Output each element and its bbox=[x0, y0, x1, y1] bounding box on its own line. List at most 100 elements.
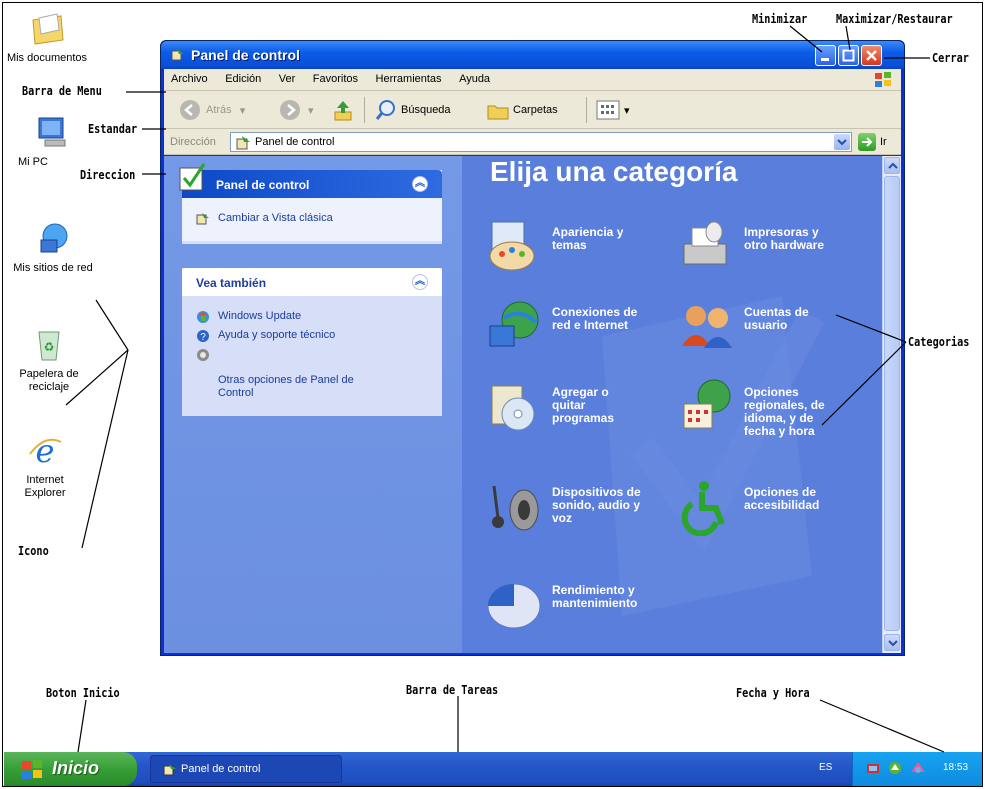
menu-ayuda[interactable]: Ayuda bbox=[452, 69, 497, 85]
category-network[interactable]: Conexiones de red e Internet bbox=[486, 298, 676, 362]
folders-button[interactable]: Carpetas bbox=[486, 98, 558, 122]
category-label: Opciones de accesibilidad bbox=[744, 485, 820, 512]
annotation-cerrar: Cerrar bbox=[932, 51, 969, 65]
category-regional-options[interactable]: Opciones regionales, de idioma, y de fec… bbox=[678, 378, 868, 442]
taskbar-button-control-panel[interactable]: Panel de control bbox=[150, 755, 342, 783]
menu-archivo[interactable]: Archivo bbox=[164, 69, 215, 85]
menu-herramientas[interactable]: Herramientas bbox=[369, 69, 449, 85]
control-panel-icon bbox=[163, 764, 176, 776]
forward-button[interactable]: ▾ bbox=[278, 98, 314, 122]
category-label: Cuentas de usuario bbox=[744, 305, 809, 332]
category-performance[interactable]: Rendimiento y mantenimiento bbox=[486, 576, 676, 640]
desktop-icon-label: Internet Explorer bbox=[24, 474, 66, 499]
desktop-icon-recycle-bin[interactable]: ♻ Papelera de reciclaje bbox=[0, 324, 104, 394]
close-button[interactable] bbox=[861, 45, 882, 66]
address-label: Dirección bbox=[170, 136, 216, 148]
category-label: Conexiones de red e Internet bbox=[552, 305, 638, 332]
annotation-estandar: Estandar bbox=[88, 122, 138, 136]
add-remove-programs-icon bbox=[491, 385, 535, 431]
tray-icon-1[interactable] bbox=[865, 760, 881, 776]
svg-text:?: ? bbox=[200, 332, 206, 343]
control-panel-check-icon bbox=[179, 163, 206, 191]
control-panel-window[interactable]: Panel de control Archivo Edición Ver Fav… bbox=[160, 40, 905, 656]
go-arrow-icon bbox=[862, 137, 873, 147]
go-label[interactable]: Ir bbox=[880, 136, 887, 148]
appearance-icon bbox=[489, 221, 535, 271]
category-accessibility[interactable]: Opciones de accesibilidad bbox=[678, 478, 868, 542]
control-panel-box-header[interactable]: Panel de control ︽ bbox=[179, 163, 442, 198]
up-folder-icon bbox=[334, 101, 352, 121]
tray-icon-2[interactable] bbox=[887, 760, 903, 776]
system-tray: 18:53 bbox=[852, 752, 982, 786]
category-pane: Elija una categoría Apariencia y temas I… bbox=[462, 156, 882, 653]
windows-logo-icon bbox=[22, 760, 42, 779]
desktop-icon-my-documents[interactable]: Mis documentos bbox=[0, 8, 102, 65]
folders-icon bbox=[487, 105, 509, 120]
category-heading: Elija una categoría bbox=[490, 156, 738, 187]
category-sound[interactable]: Dispositivos de sonido, audio y voz bbox=[486, 478, 676, 542]
scroll-up-button[interactable] bbox=[884, 157, 900, 174]
windows-update-link[interactable]: Windows Update bbox=[196, 310, 432, 323]
desktop-icon-network-places[interactable]: Mis sitios de red bbox=[0, 218, 108, 275]
network-places-icon bbox=[33, 218, 73, 258]
address-value: Panel de control bbox=[255, 136, 335, 148]
performance-icon bbox=[487, 583, 541, 629]
control-panel-icon bbox=[236, 136, 250, 150]
other-options-link[interactable]: Otras opciones de Panel de Control bbox=[196, 348, 432, 400]
minimize-button[interactable] bbox=[815, 45, 836, 66]
windows-update-icon bbox=[197, 311, 209, 323]
category-add-remove-programs[interactable]: Agregar o quitar programas bbox=[486, 378, 676, 442]
views-button[interactable]: ▾ bbox=[596, 98, 630, 122]
annotation-direccion: Direccion bbox=[80, 168, 136, 182]
category-appearance[interactable]: Apariencia y temas bbox=[486, 218, 676, 282]
chevron-down-icon bbox=[888, 640, 898, 647]
control-panel-icon bbox=[196, 213, 209, 225]
scroll-down-button[interactable] bbox=[884, 634, 900, 651]
scroll-thumb[interactable] bbox=[884, 176, 900, 631]
go-button[interactable] bbox=[858, 133, 876, 151]
collapse-chevron-icon[interactable]: ︽ bbox=[412, 176, 428, 192]
forward-arrow-icon bbox=[280, 100, 300, 120]
chevron-up-icon bbox=[888, 162, 898, 169]
taskbar-button-label: Panel de control bbox=[181, 763, 261, 775]
category-label: Opciones regionales, de idioma, y de fec… bbox=[744, 385, 825, 438]
category-label: Impresoras y otro hardware bbox=[744, 225, 825, 252]
desktop-icon-internet-explorer[interactable]: e Internet Explorer bbox=[0, 430, 100, 500]
see-also-title: Vea también bbox=[196, 276, 267, 290]
link-label: Otras opciones de Panel de Control bbox=[218, 374, 354, 399]
search-button[interactable]: Búsqueda bbox=[374, 98, 451, 122]
annotation-categorias: Categorias bbox=[908, 335, 970, 349]
link-label: Ayuda y soporte técnico bbox=[218, 329, 336, 341]
up-folder-button[interactable] bbox=[332, 98, 354, 122]
switch-classic-view-link[interactable]: Cambiar a Vista clásica bbox=[196, 212, 432, 225]
menu-ver[interactable]: Ver bbox=[272, 69, 303, 85]
windows-logo-icon bbox=[875, 72, 891, 87]
category-printers[interactable]: Impresoras y otro hardware bbox=[678, 218, 868, 282]
control-panel-box: Panel de control ︽ Cambiar a Vista clási… bbox=[179, 163, 442, 244]
see-also-box-header[interactable]: Vea también ︽ bbox=[182, 268, 442, 296]
annotation-barra-menu: Barra de Menu bbox=[22, 84, 102, 98]
address-field[interactable]: Panel de control bbox=[230, 132, 852, 152]
network-icon bbox=[489, 301, 539, 347]
collapse-chevron-icon[interactable]: ︽ bbox=[412, 274, 428, 290]
vertical-scrollbar[interactable] bbox=[882, 156, 901, 653]
menu-favoritos[interactable]: Favoritos bbox=[306, 69, 365, 85]
language-indicator[interactable]: ES bbox=[819, 762, 832, 773]
back-button[interactable]: Atrás ▾ bbox=[178, 98, 245, 122]
maximize-button[interactable] bbox=[838, 45, 859, 66]
tray-icon-3[interactable] bbox=[909, 760, 927, 776]
help-support-link[interactable]: ? Ayuda y soporte técnico bbox=[196, 329, 432, 343]
title-bar[interactable]: Panel de control bbox=[161, 41, 904, 69]
toolbar-separator bbox=[586, 97, 587, 123]
minimize-icon bbox=[821, 58, 829, 61]
clock[interactable]: 18:53 bbox=[943, 762, 968, 773]
desktop-icon-my-pc[interactable]: Mi PC bbox=[0, 112, 108, 169]
category-user-accounts[interactable]: Cuentas de usuario bbox=[678, 298, 868, 362]
printer-icon bbox=[683, 221, 727, 265]
menu-edicion[interactable]: Edición bbox=[218, 69, 268, 85]
address-dropdown-button[interactable] bbox=[834, 134, 850, 150]
annotation-barra-tareas: Barra de Tareas bbox=[406, 683, 499, 697]
search-icon bbox=[375, 100, 395, 120]
chevron-down-icon: ▾ bbox=[239, 104, 246, 117]
start-button[interactable]: Inicio bbox=[4, 752, 137, 786]
